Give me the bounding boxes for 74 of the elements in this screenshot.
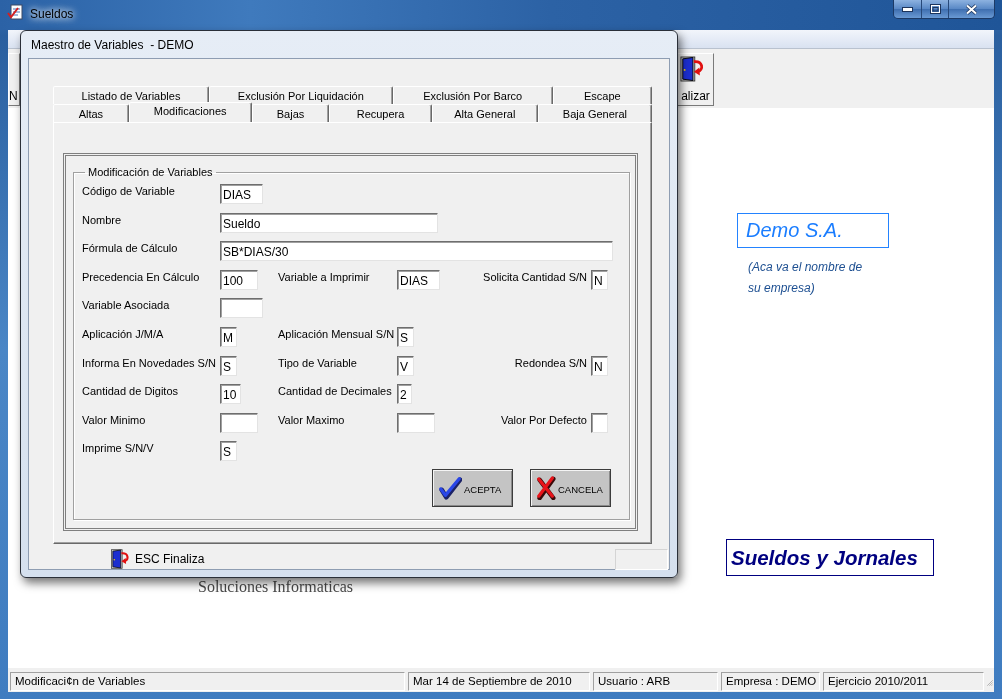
field-label: Tipo de Variable (278, 355, 358, 370)
text-field[interactable]: N (591, 355, 608, 376)
close-button[interactable] (949, 0, 994, 18)
accept-button[interactable]: ACEPTA (432, 468, 513, 507)
side-panel (615, 549, 668, 570)
dialog-title: Maestro de Variables - DEMO (31, 37, 194, 52)
field-label: Fórmula de Cálculo (82, 241, 179, 256)
status-panel: Mar 14 de Septiembre de 2010 (408, 672, 590, 691)
field-label: Aplicación J/M/A (82, 326, 165, 341)
text-field[interactable]: 10 (220, 384, 241, 405)
tab[interactable]: Escape (552, 86, 652, 104)
escape-hint: ESC Finaliza (135, 552, 205, 566)
text-field[interactable] (397, 412, 435, 433)
text-field[interactable] (591, 412, 608, 433)
product-title: Sueldos y Jornales (726, 539, 934, 576)
field-label: Nombre (82, 212, 123, 227)
resize-grip-icon[interactable] (987, 678, 993, 688)
field-label: Redondea S/N (513, 355, 587, 370)
tab[interactable]: Alta General (431, 104, 538, 122)
x-mark-icon (536, 475, 556, 500)
field-label: Informa En Novedades S/N (82, 355, 217, 370)
status-panel: Modificaci¢n de Variables (10, 672, 405, 691)
field-label: Cantidad de Decimales (278, 384, 393, 399)
field-label: Precedencia En Cálculo (82, 269, 201, 284)
text-field[interactable]: Sueldo (220, 212, 438, 233)
field-label: Valor Por Defecto (500, 412, 587, 427)
tab[interactable]: Bajas (251, 104, 330, 122)
text-field[interactable] (220, 298, 263, 319)
cancel-button[interactable]: CANCELA (530, 468, 611, 507)
vendor-name: Soluciones Informaticas (198, 578, 354, 595)
text-field[interactable]: 100 (220, 269, 258, 290)
field-label: Imprime S/N/V (82, 441, 155, 456)
text-field[interactable]: 2 (397, 384, 412, 405)
close-icon (965, 3, 978, 15)
field-label: Valor Maximo (278, 412, 346, 427)
check-icon (438, 475, 462, 500)
text-field[interactable]: S (220, 355, 237, 376)
tab[interactable]: Altas (53, 104, 129, 122)
text-field[interactable]: SB*DIAS/30 (220, 241, 613, 262)
text-field[interactable]: M (220, 326, 237, 347)
tab[interactable]: Exclusión Por Liquidación (208, 86, 393, 104)
field-label: Solicita Cantidad S/N (482, 269, 587, 284)
field-label: Valor Minimo (82, 412, 147, 427)
minimize-button[interactable] (894, 0, 922, 18)
group-legend: Modificación de Variables (85, 166, 216, 179)
text-field[interactable] (220, 412, 258, 433)
field-label: Cantidad de Digitos (82, 384, 179, 399)
company-note: (Aca va el nombre de su empresa) (748, 259, 864, 297)
status-panel: Usuario : ARB (593, 672, 718, 691)
status-panel: Empresa : DEMO (721, 672, 820, 691)
tab[interactable]: Recupera (329, 104, 432, 122)
field-label: Aplicación Mensual S/N (278, 326, 396, 341)
field-label: Variable a Imprimir (278, 269, 371, 284)
text-field[interactable]: DIAS (397, 269, 440, 290)
maximize-icon (929, 4, 941, 14)
field-label: Variable Asociada (82, 298, 171, 313)
text-field[interactable]: S (220, 441, 237, 462)
document-check-icon (7, 4, 25, 21)
door-arrow-icon (108, 549, 132, 569)
text-field[interactable]: DIAS (220, 184, 263, 204)
status-panel: Ejercicio 2010/2011 (823, 672, 984, 691)
tab[interactable]: Baja General (537, 104, 652, 122)
window-title: Sueldos (30, 7, 74, 21)
text-field[interactable]: V (397, 355, 414, 376)
tab[interactable]: Listado de Variables (53, 86, 209, 104)
toolbar-button[interactable]: N (8, 53, 20, 106)
text-field[interactable]: N (591, 269, 608, 290)
company-name: Demo S.A. (737, 213, 889, 248)
maximize-button[interactable] (922, 0, 949, 18)
minimize-icon (902, 6, 913, 12)
text-field[interactable]: S (397, 326, 414, 347)
field-label: Código de Variable (82, 184, 176, 198)
tab[interactable]: Exclusión Por Barco (392, 86, 553, 104)
door-arrow-icon (680, 55, 704, 83)
